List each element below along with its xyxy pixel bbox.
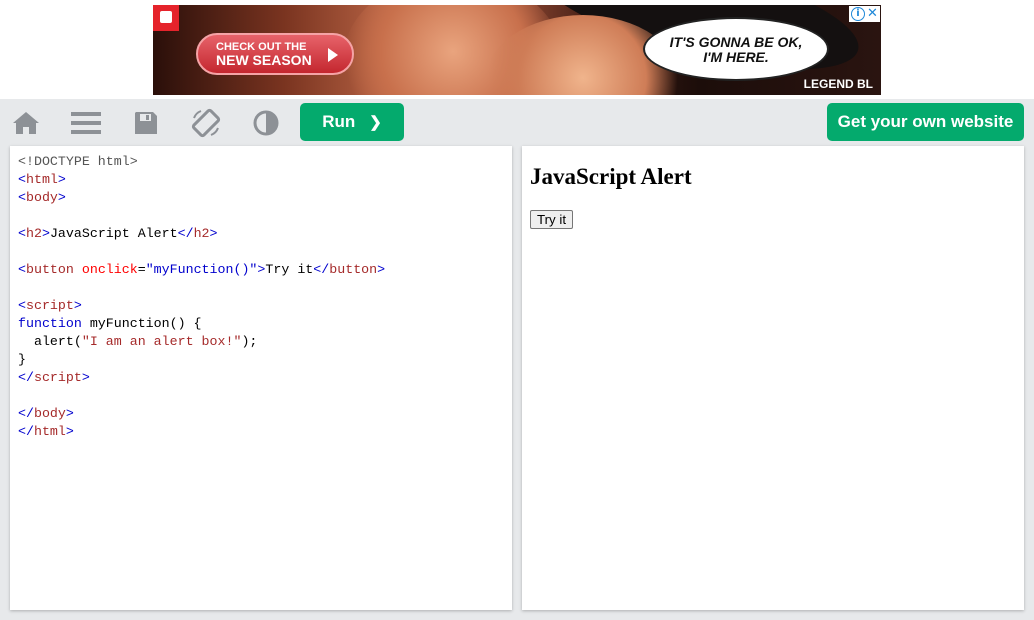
code-token: > — [81, 370, 90, 385]
code-token: < — [18, 172, 26, 187]
code-editor[interactable]: <!DOCTYPE html> <html> <body> <h2>JavaScri… — [10, 146, 512, 610]
code-token: function — [18, 316, 82, 331]
code-line: <h2>JavaScript Alert</h2> — [18, 225, 512, 243]
code-token: script — [33, 370, 82, 385]
code-token: h2 — [193, 226, 210, 241]
code-token: html — [25, 172, 58, 187]
ad-cta-button[interactable]: CHECK OUT THE NEW SEASON — [196, 33, 354, 75]
code-token: button — [25, 262, 74, 277]
ad-close-icon[interactable]: ✕ — [867, 6, 878, 21]
result-frame[interactable]: JavaScript Alert Try it — [522, 146, 1024, 610]
ad-bubble-line2: I'M HERE. — [703, 49, 769, 65]
code-line: function myFunction() { — [18, 315, 512, 333]
code-token: JavaScript Alert — [49, 226, 178, 241]
code-token: </ — [18, 370, 34, 385]
result-heading: JavaScript Alert — [530, 164, 692, 189]
run-button-label: Run — [322, 112, 356, 131]
code-token: } — [18, 352, 26, 367]
code-line: </script> — [18, 369, 512, 387]
code-token: ); — [241, 334, 258, 349]
get-your-own-website-button[interactable]: Get your own website — [827, 103, 1024, 141]
code-token: < — [18, 226, 26, 241]
workspace: <!DOCTYPE html> <html> <body> <h2>JavaScri… — [0, 145, 1034, 620]
home-icon[interactable] — [10, 107, 42, 139]
code-token: </ — [18, 424, 34, 439]
code-token: h2 — [25, 226, 42, 241]
code-token: > — [65, 424, 74, 439]
ad-choices[interactable]: i ✕ — [849, 6, 880, 22]
code-token: > — [73, 298, 82, 313]
code-token: <!DOCTYPE html> — [18, 154, 138, 169]
save-icon[interactable] — [130, 107, 162, 139]
code-token: < — [18, 262, 26, 277]
code-token: < — [18, 298, 26, 313]
code-token: </ — [313, 262, 330, 277]
menu-icon[interactable] — [70, 107, 102, 139]
play-arrow-icon — [328, 48, 338, 62]
code-line: </body> — [18, 405, 512, 423]
ad-info-icon[interactable]: i — [851, 7, 865, 21]
code-token: body — [33, 406, 66, 421]
code-line: } — [18, 351, 512, 369]
code-token: > — [65, 406, 74, 421]
run-button[interactable]: Run ❯ — [300, 103, 404, 141]
code-token: > — [57, 172, 66, 187]
code-line: <html> — [18, 171, 512, 189]
code-token: > — [209, 226, 218, 241]
code-token: "I am an alert box!" — [81, 334, 242, 349]
code-token: button — [329, 262, 378, 277]
code-line: <button onclick="myFunction()">Try it</b… — [18, 261, 512, 279]
code-token: > — [41, 226, 50, 241]
code-line: <!DOCTYPE html> — [18, 153, 512, 171]
code-line: <script> — [18, 297, 512, 315]
chevron-right-icon: ❯ — [369, 114, 382, 131]
code-token: onclick — [81, 262, 138, 277]
code-token: > — [377, 262, 386, 277]
code-token: Try it — [265, 262, 314, 277]
code-token: alert( — [18, 334, 82, 349]
code-token: = — [137, 262, 146, 277]
toolbar: Run ❯ Get your own website — [0, 99, 1034, 145]
contrast-icon[interactable] — [250, 107, 282, 139]
ad-speech-bubble: IT'S GONNA BE OK, I'M HERE. — [643, 17, 829, 81]
code-line: </html> — [18, 423, 512, 441]
code-token: </ — [177, 226, 194, 241]
code-line: alert("I am an alert box!"); — [18, 333, 512, 351]
code-token: html — [33, 424, 66, 439]
code-line: <body> — [18, 189, 512, 207]
ad-bubble-line1: IT'S GONNA BE OK, — [669, 34, 803, 50]
code-token: body — [25, 190, 58, 205]
code-token: "myFunction()" — [145, 262, 258, 277]
code-token: > — [57, 190, 66, 205]
code-token: script — [25, 298, 74, 313]
ad-logo-icon — [153, 5, 179, 31]
try-it-button[interactable]: Try it — [530, 210, 574, 229]
code-token: < — [18, 190, 26, 205]
ad-banner[interactable]: CHECK OUT THE NEW SEASON IT'S GONNA BE O… — [153, 5, 881, 95]
rotate-icon[interactable] — [190, 107, 222, 139]
code-token: myFunction() { — [81, 316, 202, 331]
ad-brand: LEGEND BL — [803, 77, 873, 91]
code-token: </ — [18, 406, 34, 421]
